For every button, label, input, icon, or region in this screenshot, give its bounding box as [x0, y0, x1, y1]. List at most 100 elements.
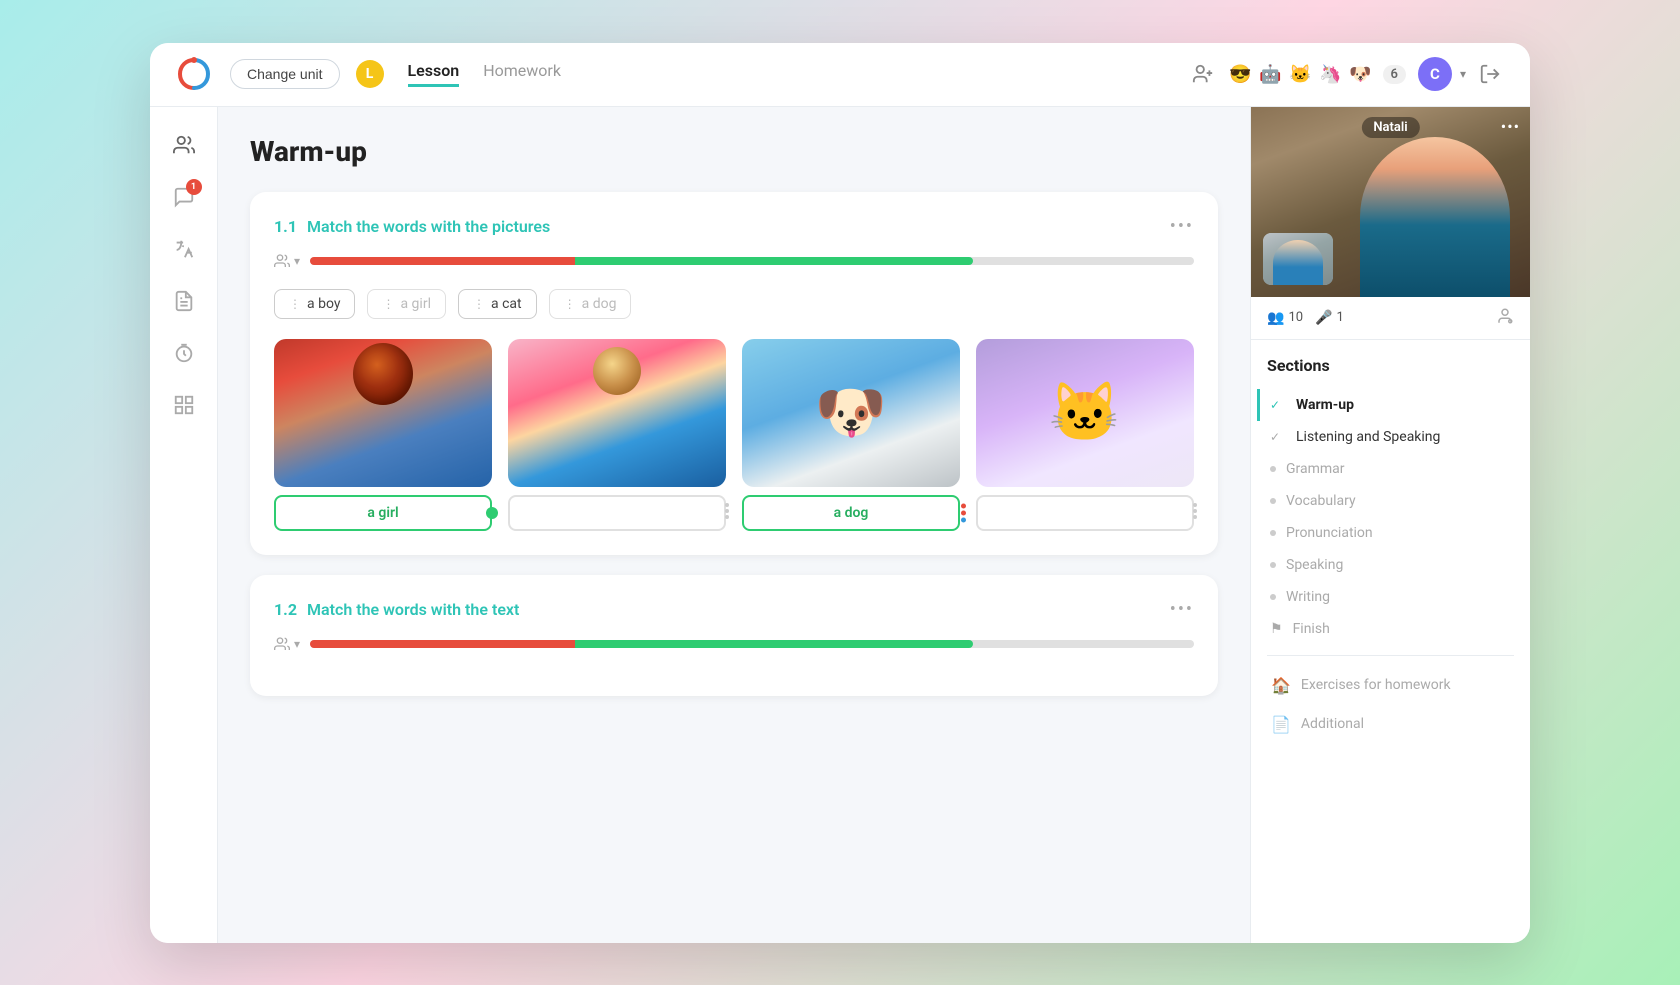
- image-box-cat: 🐱: [976, 339, 1194, 487]
- user-count-badge: 6: [1383, 65, 1406, 84]
- nav-tabs: Lesson Homework: [408, 61, 561, 87]
- avatar-4: 🦄: [1317, 60, 1345, 88]
- exercise-header-2: 1.2 Match the words with the text •••: [274, 599, 1194, 620]
- progress-row-2: ▾: [274, 636, 1194, 652]
- section-name-speaking: Speaking: [1286, 557, 1343, 573]
- section-item-homework[interactable]: 🏠 Exercises for homework: [1267, 666, 1514, 705]
- progress-bar-1: [310, 257, 1194, 265]
- change-unit-button[interactable]: Change unit: [230, 59, 340, 89]
- section-item-additional[interactable]: 📄 Additional: [1267, 705, 1514, 744]
- word-chip-dog[interactable]: a dog: [549, 289, 632, 319]
- tab-lesson[interactable]: Lesson: [408, 61, 460, 87]
- vocabulary-dot: [1270, 498, 1276, 504]
- exercise-card-1: 1.1 Match the words with the pictures ••…: [250, 192, 1218, 555]
- sidebar-chat-icon[interactable]: 1: [162, 175, 206, 219]
- house-icon: 🏠: [1271, 676, 1291, 695]
- exercise-title-2: 1.2 Match the words with the text: [274, 600, 519, 619]
- section-name-warmup: Warm-up: [1296, 397, 1354, 413]
- section-divider: [1267, 655, 1514, 656]
- section-item-listening[interactable]: ✓ Listening and Speaking: [1257, 421, 1514, 453]
- sidebar-notes-icon[interactable]: [162, 279, 206, 323]
- sidebar-translate-icon[interactable]: [162, 227, 206, 271]
- emoji-avatars: 😎 🤖 🐱 🦄 🐶: [1227, 60, 1375, 88]
- main-content: 1: [150, 107, 1530, 943]
- avatar-1: 😎: [1227, 60, 1255, 88]
- pronunciation-dot: [1270, 530, 1276, 536]
- stat-mics: 🎤 1: [1315, 310, 1344, 326]
- word-chip-boy[interactable]: a boy: [274, 289, 355, 319]
- video-area: Natali •••: [1251, 107, 1530, 297]
- sections-title: Sections: [1267, 356, 1514, 375]
- section-name-pronunciation: Pronunciation: [1286, 525, 1373, 541]
- section-name-vocabulary: Vocabulary: [1286, 493, 1356, 509]
- sidebar-grid-icon[interactable]: [162, 383, 206, 427]
- mics-count: 1: [1337, 310, 1344, 325]
- section-item-speaking[interactable]: Speaking: [1257, 549, 1514, 581]
- section-item-grammar[interactable]: Grammar: [1257, 453, 1514, 485]
- progress-bar-red-2: [310, 640, 575, 648]
- exercise-header-1: 1.1 Match the words with the pictures ••…: [274, 216, 1194, 237]
- answer-box-cat[interactable]: [976, 495, 1194, 531]
- progress-bar-green-2: [575, 640, 973, 648]
- progress-group-icon[interactable]: ▾: [274, 253, 300, 269]
- image-box-dog: 🐶: [742, 339, 960, 487]
- sections-panel: Sections ✓ Warm-up ✓ Listening and Speak…: [1251, 340, 1530, 943]
- answer-box-girl[interactable]: a girl: [274, 495, 492, 531]
- section-item-warmup[interactable]: ✓ Warm-up: [1257, 389, 1514, 421]
- add-user-icon[interactable]: [1187, 58, 1219, 90]
- user-menu-button[interactable]: C: [1418, 57, 1452, 91]
- avatar-2: 🤖: [1257, 60, 1285, 88]
- word-chips: a boy a girl a cat a dog: [274, 289, 1194, 319]
- section-name-homework: Exercises for homework: [1301, 677, 1451, 693]
- progress-bar-2: [310, 640, 1194, 648]
- image-item-boy: [508, 339, 726, 531]
- progress-bar-green: [575, 257, 973, 265]
- section-item-vocabulary[interactable]: Vocabulary: [1257, 485, 1514, 517]
- logo: [174, 54, 214, 94]
- answer-box-dog[interactable]: a dog: [742, 495, 960, 531]
- exercise-card-2: 1.2 Match the words with the text ••• ▾: [250, 575, 1218, 696]
- image-grid: a girl: [274, 339, 1194, 531]
- finish-flag-icon: ⚑: [1270, 621, 1283, 637]
- lesson-area: Warm-up 1.1 Match the words with the pic…: [218, 107, 1250, 943]
- section-name-writing: Writing: [1286, 589, 1330, 605]
- avatar-3: 🐱: [1287, 60, 1315, 88]
- exercise-title-1: 1.1 Match the words with the pictures: [274, 217, 550, 236]
- section-item-writing[interactable]: Writing: [1257, 581, 1514, 613]
- word-chip-girl[interactable]: a girl: [367, 289, 446, 319]
- correct-dot-girl: [486, 507, 498, 519]
- image-item-girl: a girl: [274, 339, 492, 531]
- more-options-icon-1[interactable]: •••: [1170, 216, 1194, 237]
- section-item-finish[interactable]: ⚑ Finish: [1257, 613, 1514, 645]
- settings-icon[interactable]: [1496, 307, 1514, 329]
- answer-box-boy[interactable]: [508, 495, 726, 531]
- tab-homework[interactable]: Homework: [483, 61, 561, 87]
- video-more-icon[interactable]: •••: [1501, 117, 1520, 136]
- exercise-num-2: 1.2: [274, 600, 297, 619]
- image-item-dog: 🐶 a dog: [742, 339, 960, 531]
- stat-participants: 👥 10: [1267, 310, 1303, 326]
- section-name-additional: Additional: [1301, 716, 1364, 732]
- sidebar-timer-icon[interactable]: [162, 331, 206, 375]
- participants-count: 10: [1288, 310, 1303, 325]
- word-chip-cat[interactable]: a cat: [458, 289, 537, 319]
- listening-check-icon: ✓: [1270, 430, 1286, 444]
- unit-badge: L: [356, 60, 384, 88]
- header-right: 😎 🤖 🐱 🦄 🐶 6 C ▾: [1187, 57, 1506, 91]
- exercise-label-1: Match the words with the pictures: [307, 217, 550, 236]
- exercise-label-2: Match the words with the text: [307, 600, 519, 619]
- sidebar-people-icon[interactable]: [162, 123, 206, 167]
- writing-dot: [1270, 594, 1276, 600]
- app-window: Change unit L Lesson Homework 😎 🤖 🐱 🦄 🐶: [150, 43, 1530, 943]
- chevron-down-icon[interactable]: ▾: [1460, 67, 1466, 81]
- speaking-dot: [1270, 562, 1276, 568]
- warmup-check-icon: ✓: [1270, 398, 1286, 412]
- progress-group-icon-2[interactable]: ▾: [274, 636, 300, 652]
- grammar-dot: [1270, 466, 1276, 472]
- section-item-pronunciation[interactable]: Pronunciation: [1257, 517, 1514, 549]
- more-options-icon-2[interactable]: •••: [1170, 599, 1194, 620]
- lesson-title: Warm-up: [250, 135, 1218, 168]
- section-name-finish: Finish: [1293, 621, 1330, 637]
- right-panel: Natali ••• 👥 10 🎤 1: [1250, 107, 1530, 943]
- logout-icon[interactable]: [1474, 58, 1506, 90]
